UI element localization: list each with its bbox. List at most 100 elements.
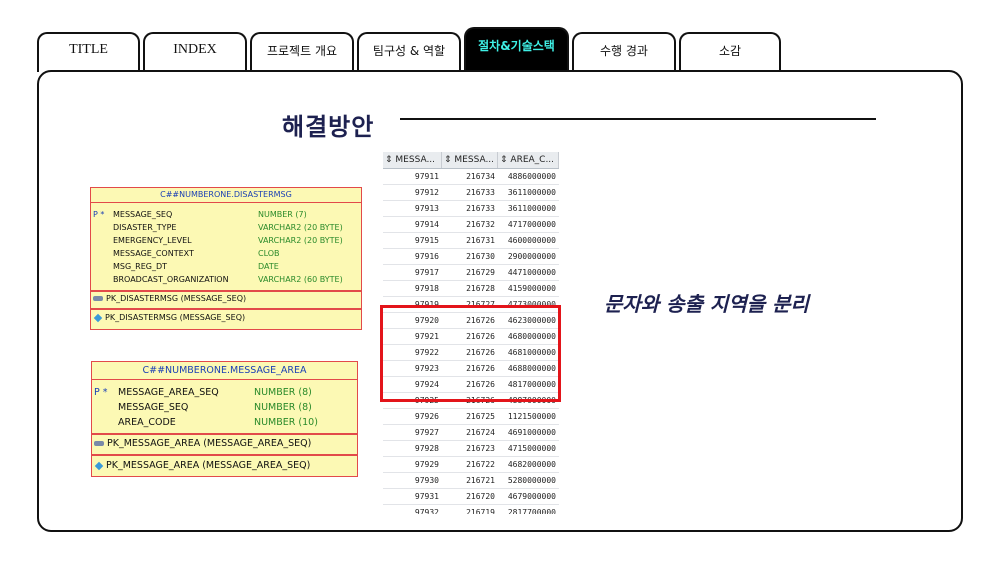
erd-column-name: AREA_CODE [118,417,176,428]
table-row[interactable]: 97930 216721 5280000000 [383,473,559,489]
table-cell: 216724 [466,428,495,437]
table-cell: 97917 [414,268,439,277]
erd-column-name: MESSAGE_SEQ [118,402,189,413]
primary-key-marker: P * [93,210,105,219]
tab-index[interactable]: INDEX [143,32,247,72]
erd-index-row: PK_MESSAGE_AREA (MESSAGE_AREA_SEQ) [94,460,310,471]
erd-column-type: CLOB [258,249,280,258]
erd-key-row: PK_DISASTERMSG (MESSAGE_SEQ) [93,294,246,303]
table-cell: 216721 [466,476,495,485]
grid-header: ⇕ MESSA... ⇕ MESSA... ⇕ AREA_C... [383,152,559,169]
erd-column-name: EMERGENCY_LEVEL [113,236,192,245]
table-cell: 216732 [466,220,495,229]
erd-column-type: VARCHAR2 (20 BYTE) [258,236,343,245]
erd-divider [91,308,361,310]
tab-title[interactable]: TITLE [37,32,140,72]
erd-table-title: C##NUMBERONE.DISASTERMSG [91,188,361,203]
table-cell: 97926 [414,412,439,421]
table-cell: 216720 [466,492,495,501]
column-header[interactable]: ⇕ AREA_C... [498,152,559,168]
table-cell: 97928 [414,444,439,453]
erd-divider [92,433,357,435]
table-cell: 216723 [466,444,495,453]
table-cell: 1121500000 [507,412,556,421]
table-row[interactable]: 97928 216723 4715000000 [383,441,559,457]
erd-key-label: PK_MESSAGE_AREA (MESSAGE_AREA_SEQ) [107,438,312,449]
table-cell: 216730 [466,252,495,261]
column-header[interactable]: ⇕ MESSA... [383,152,442,168]
tab-impressions[interactable]: 소감 [679,32,781,72]
erd-column-name: MESSAGE_AREA_SEQ [118,387,219,398]
table-row[interactable]: 97914 216732 4717000000 [383,217,559,233]
table-cell: 97913 [414,204,439,213]
table-cell: 4717000000 [507,220,556,229]
key-icon [94,441,104,446]
table-row[interactable]: 97917 216729 4471000000 [383,265,559,281]
erd-column-type: NUMBER (10) [254,417,318,428]
table-cell: 2900000000 [507,252,556,261]
highlight-box [380,305,561,402]
caption-text: 문자와 송출 지역을 분리 [604,292,809,316]
table-cell: 3611000000 [507,188,556,197]
diamond-icon [93,313,103,322]
table-cell: 216731 [466,236,495,245]
tab-procedure-tech-stack[interactable]: 절차&기술스택 [464,27,569,72]
table-cell: 4715000000 [507,444,556,453]
erd-column-type: NUMBER (8) [254,402,312,413]
section-heading: 해결방안 [282,113,375,141]
table-row[interactable]: 97913 216733 3611000000 [383,201,559,217]
tab-project-overview[interactable]: 프로젝트 개요 [250,32,354,72]
erd-column-name: DISASTER_TYPE [113,223,177,232]
table-cell: 2817700000 [507,508,556,514]
table-row[interactable]: 97927 216724 4691000000 [383,425,559,441]
table-row[interactable]: 97916 216730 2900000000 [383,249,559,265]
table-row[interactable]: 97911 216734 4886000000 [383,169,559,185]
table-cell: 4600000000 [507,236,556,245]
erd-divider [91,290,361,292]
table-cell: 4159000000 [507,284,556,293]
erd-index-row: PK_DISASTERMSG (MESSAGE_SEQ) [93,313,245,322]
erd-key-row: PK_MESSAGE_AREA (MESSAGE_AREA_SEQ) [94,438,311,449]
table-row[interactable]: 97926 216725 1121500000 [383,409,559,425]
erd-key-label: PK_DISASTERMSG (MESSAGE_SEQ) [106,294,247,303]
table-cell: 97927 [414,428,439,437]
table-row[interactable]: 97929 216722 4682000000 [383,457,559,473]
table-cell: 97911 [414,172,439,181]
table-cell: 216725 [466,412,495,421]
erd-column-type: VARCHAR2 (60 BYTE) [258,275,343,284]
table-row[interactable]: 97931 216720 4679000000 [383,489,559,505]
heading-rule [400,118,876,120]
tab-team-roles[interactable]: 팀구성 & 역할 [357,32,461,72]
table-cell: 97932 [414,508,439,514]
erd-column-type: DATE [258,262,279,271]
table-cell: 216733 [466,204,495,213]
table-cell: 97914 [414,220,439,229]
table-cell: 97930 [414,476,439,485]
erd-divider [92,454,357,456]
table-row[interactable]: 97932 216719 2817700000 [383,505,559,514]
table-cell: 97929 [414,460,439,469]
table-row[interactable]: 97918 216728 4159000000 [383,281,559,297]
tab-progress[interactable]: 수행 경과 [572,32,676,72]
key-icon [93,296,103,301]
table-cell: 97918 [414,284,439,293]
table-cell: 216734 [466,172,495,181]
table-cell: 216728 [466,284,495,293]
table-cell: 4679000000 [507,492,556,501]
table-cell: 4886000000 [507,172,556,181]
erd-column-type: NUMBER (7) [258,210,307,219]
column-header[interactable]: ⇕ MESSA... [442,152,498,168]
table-row[interactable]: 97915 216731 4600000000 [383,233,559,249]
table-cell: 4682000000 [507,460,556,469]
diamond-icon [94,461,104,470]
erd-message-area-table: C##NUMBERONE.MESSAGE_AREA P * MESSAGE_AR… [91,361,358,477]
table-cell: 216733 [466,188,495,197]
table-cell: 4691000000 [507,428,556,437]
erd-column-name: BROADCAST_ORGANIZATION [113,275,229,284]
table-cell: 97912 [414,188,439,197]
erd-column-name: MESSAGE_CONTEXT [113,249,194,258]
table-cell: 97916 [414,252,439,261]
table-cell: 97915 [414,236,439,245]
table-row[interactable]: 97912 216733 3611000000 [383,185,559,201]
erd-index-label: PK_DISASTERMSG (MESSAGE_SEQ) [105,313,246,322]
